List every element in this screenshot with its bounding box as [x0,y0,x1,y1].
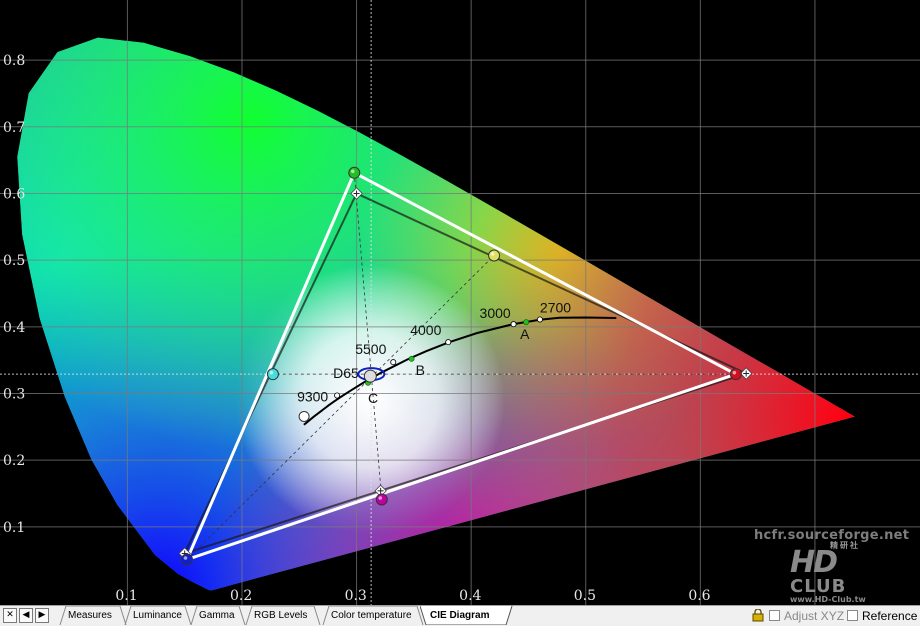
temperature-mark [334,392,341,399]
measured-point [180,553,193,566]
illuminant-label: B [416,362,425,378]
temperature-label: 9300 [297,388,328,404]
temperature-label: 2700 [540,299,571,315]
tab-prev-icon[interactable]: ◀ [19,608,33,623]
temperature-label: 3000 [480,305,511,321]
x-tick-label: 0.4 [459,588,481,604]
watermark-domain: www.HD-Club.tw [790,595,866,604]
y-tick-label: 0.2 [3,453,25,469]
temperature-mark [390,359,397,366]
tab-luminance[interactable]: Luminance [123,606,192,625]
measured-point-highlight [269,370,274,375]
adjust-xyz-checkbox[interactable] [769,610,780,621]
y-tick-label: 0.4 [3,320,25,336]
temperature-label: 4000 [410,322,441,338]
measured-point-highlight [183,556,188,560]
cie-diagram-plot: 0.1 0.2 0.3 0.4 0.5 0.6 0.1 0.2 0.3 0.4 0.5 0.6 0.7 0… [0,0,920,605]
measured-point-highlight [378,496,383,500]
measured-point [488,249,501,262]
adjust-xyz-label: Adjust XYZ [784,609,845,623]
temperature-mark [510,321,517,328]
tab-color-temperature[interactable]: Color temperature [321,606,424,625]
tab-label: Color temperature [331,610,412,621]
temperature-mark [536,316,543,323]
watermark-club: CLUB [790,576,847,597]
white-point-marker [363,369,377,383]
locus-endpoint [298,410,310,422]
illuminant-label: D65 [333,365,359,381]
illuminant-mark [408,355,415,362]
illuminant-label: C [368,390,378,406]
illuminant-label: A [520,326,530,342]
tab-label: Luminance [133,610,182,621]
y-tick-label: 0.6 [3,186,25,202]
measured-point-highlight [490,252,495,256]
measured-point [375,493,388,506]
watermark-logo: 精研社 HD CLUB www.HD-Club.tw [790,541,870,604]
y-tick-label: 0.5 [3,253,25,269]
lock-icon[interactable] [752,609,764,622]
reference-label: Reference [862,609,918,623]
illuminant-mark [523,319,530,326]
reference-checkbox[interactable] [847,610,858,621]
watermark-cjk: 精研社 [830,541,860,550]
measured-point [729,368,742,381]
tab-gamma[interactable]: Gamma [189,606,246,625]
close-icon[interactable]: ✕ [3,608,17,623]
y-tick-label: 0.3 [3,386,25,402]
watermark-hd: HD [790,545,838,580]
tab-measures[interactable]: Measures [58,606,127,625]
y-tick-label: 0.1 [3,520,25,536]
tab-label: Gamma [199,610,235,621]
x-tick-label: 0.1 [115,588,137,604]
tab-label: CIE Diagram [430,610,490,621]
x-tick-label: 0.5 [574,588,596,604]
tab-next-icon[interactable]: ▶ [35,608,49,623]
measured-point-highlight [732,370,737,375]
y-tick-label: 0.7 [3,120,25,136]
tab-label: RGB Levels [254,610,308,621]
x-tick-label: 0.2 [230,588,252,604]
measured-point [348,166,361,179]
temperature-label: 5500 [355,341,386,357]
tab-cie-diagram[interactable]: CIE Diagram [420,606,513,625]
y-tick-label: 0.8 [3,53,25,69]
bottom-tab-bar: ✕ ◀ ▶ Measures Luminance Gamma RGB Level… [0,605,920,626]
tab-label: Measures [68,610,112,621]
measured-point-highlight [350,169,355,174]
temperature-mark [445,339,452,346]
tab-rgb-levels[interactable]: RGB Levels [244,606,321,625]
x-tick-label: 0.3 [345,588,367,604]
x-tick-label: 0.6 [688,588,710,604]
measured-point [266,368,279,381]
